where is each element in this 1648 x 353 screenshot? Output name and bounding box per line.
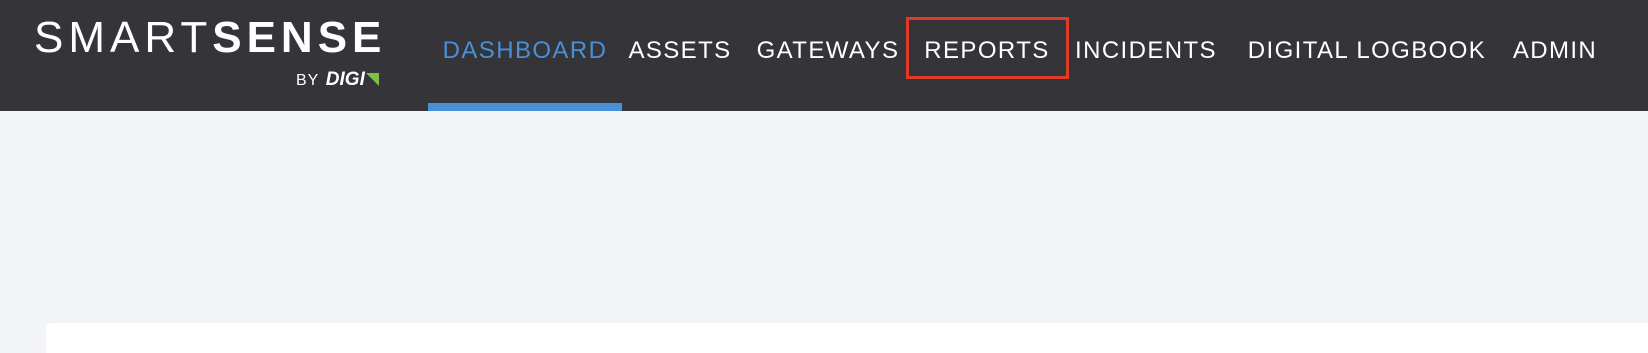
- reports-highlight-box: [906, 17, 1069, 79]
- nav-item-dashboard[interactable]: DASHBOARD: [428, 0, 622, 111]
- top-navigation-bar: SMARTSENSE BY DIGI DASHBOARD ASSETS GATE…: [0, 0, 1648, 111]
- nav-item-digital-logbook[interactable]: DIGITAL LOGBOOK: [1232, 0, 1502, 111]
- logo-by-text: BY: [296, 72, 320, 89]
- logo-digi-text: DIGI: [325, 69, 365, 90]
- nav-item-gateways[interactable]: GATEWAYS: [748, 0, 908, 111]
- nav-item-incidents[interactable]: INCIDENTS: [1066, 0, 1226, 111]
- logo-sense-text: SENSE: [212, 13, 387, 62]
- logo-smart-text: SMART: [34, 13, 213, 62]
- nav-item-admin[interactable]: ADMIN: [1502, 0, 1608, 111]
- logo-wordmark: SMARTSENSE: [34, 14, 386, 62]
- nav-item-assets[interactable]: ASSETS: [622, 0, 738, 111]
- logo-by-digi: BY DIGI: [296, 68, 379, 93]
- active-tab-indicator: [428, 103, 622, 111]
- content-card: [46, 323, 1648, 353]
- smartsense-logo[interactable]: SMARTSENSE BY DIGI: [34, 12, 394, 96]
- digi-mark-icon: [365, 73, 379, 86]
